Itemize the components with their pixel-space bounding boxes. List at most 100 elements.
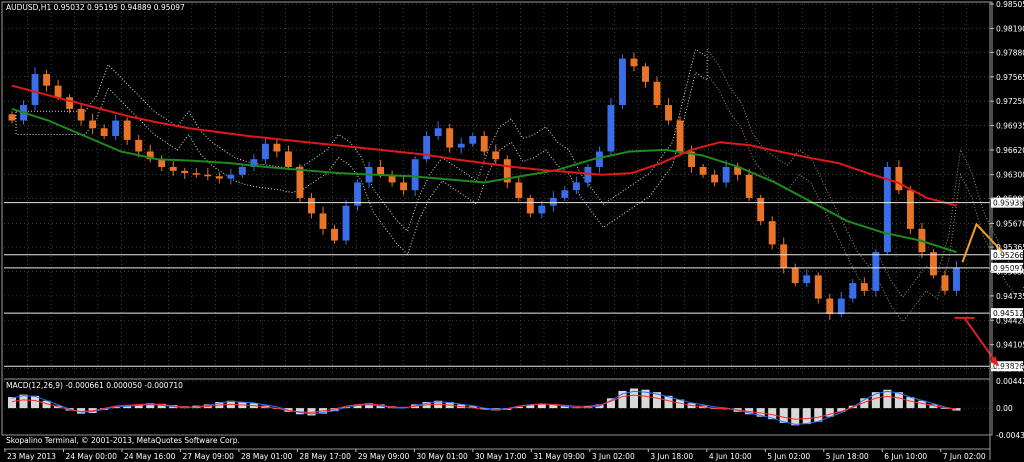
candle-body <box>642 66 649 82</box>
candle-body <box>31 74 39 106</box>
x-tick-label: 3 Jun 02:00 <box>592 452 635 461</box>
x-tick-label: 28 May 17:00 <box>299 452 351 461</box>
candle-body <box>308 197 315 214</box>
candle-body <box>469 136 477 144</box>
footer-copyright: Skopalino Terminal, © 2001-2013, MetaQuo… <box>6 436 240 445</box>
candle-body <box>953 267 960 291</box>
y-tick-label: 0.97565 <box>996 73 1024 82</box>
candle-body <box>227 174 235 179</box>
candle-body <box>457 143 465 148</box>
candle-body <box>192 173 200 175</box>
candle-body <box>653 81 661 106</box>
candle-body <box>619 58 626 106</box>
candle-body <box>814 275 822 299</box>
y-tick-label: 0.95990 <box>996 195 1024 204</box>
macd-tick-label: -0.00438 <box>996 431 1024 440</box>
candle-body <box>699 166 707 175</box>
candle-body <box>515 182 523 198</box>
x-tick-label: 29 May 09:00 <box>358 452 410 461</box>
candle-body <box>273 143 281 152</box>
candle-body <box>676 120 684 152</box>
x-tick-label: 3 Jun 18:00 <box>650 452 693 461</box>
candle-body <box>538 205 546 214</box>
chart-window: 0.95939 0.95266 0.95097 0.94512 0.93826 0.98… <box>0 0 1024 462</box>
candle-body <box>112 120 120 136</box>
candle-body <box>284 151 292 167</box>
price-axis: 0.98505 0.98190 0.97880 0.97565 0.97250 0.969… <box>989 0 1024 460</box>
macd-bar <box>906 397 915 409</box>
candle-body <box>238 166 246 175</box>
candle-body <box>377 166 385 175</box>
macd-bar <box>791 408 800 426</box>
y-tick-label: 0.95670 <box>996 219 1024 228</box>
candle-body <box>296 166 304 198</box>
candle-body <box>722 166 730 183</box>
x-tick-label: 23 May 2013 <box>7 452 56 461</box>
candle-body <box>561 190 569 198</box>
candle-body <box>803 275 811 284</box>
macd-bar <box>802 408 811 425</box>
x-tick-label: 30 May 01:00 <box>416 452 468 461</box>
candle-body <box>906 190 914 229</box>
candle-body <box>54 85 62 98</box>
candle-body <box>492 151 500 160</box>
candle-body <box>169 166 177 171</box>
candle-body <box>941 275 949 291</box>
y-tick-label: 0.96300 <box>996 171 1024 180</box>
candle-body <box>745 174 753 198</box>
candle-body <box>215 176 223 179</box>
macd-tick-label: 0.00442 <box>996 377 1024 386</box>
candle-body <box>400 182 408 191</box>
candle-body <box>43 74 51 86</box>
x-tick-label: 24 May 00:00 <box>65 452 117 461</box>
candle-body <box>77 108 85 121</box>
candle-body <box>8 114 16 121</box>
candle-body <box>826 298 834 315</box>
candle-body <box>204 174 212 177</box>
x-tick-label: 28 May 01:00 <box>241 452 293 461</box>
y-tick-label: 0.98505 <box>996 0 1024 9</box>
candle-body <box>123 120 131 140</box>
macd-bar <box>814 408 823 422</box>
y-tick-label: 0.94735 <box>996 292 1024 301</box>
macd-title: MACD(12,26,9) -0.000661 0.000050 -0.0007… <box>6 381 183 390</box>
candle-body <box>331 228 338 241</box>
x-tick-label: 5 Jun 02:00 <box>767 452 810 461</box>
candle-body <box>319 213 327 229</box>
y-tick-label: 0.95365 <box>996 243 1024 252</box>
x-tick-label: 7 Jun 02:00 <box>943 452 986 461</box>
chart-canvas[interactable]: 0.959390.952660.950970.945120.93826 0.98… <box>0 0 1024 462</box>
candle-body <box>434 128 442 136</box>
candle-body <box>780 244 788 268</box>
candle-body <box>89 120 97 129</box>
candle-body <box>630 58 638 67</box>
candle-body <box>929 252 937 276</box>
x-tick-label: 30 May 17:00 <box>475 452 527 461</box>
candle-body <box>757 197 765 222</box>
x-tick-label: 6 Jun 10:00 <box>884 452 927 461</box>
time-axis: 23 May 2013 24 May 00:00 24 May 16:00 27 Ma… <box>4 448 990 461</box>
candle-body <box>768 221 776 245</box>
x-tick-label: 5 Jun 18:00 <box>826 452 869 461</box>
y-tick-label: 0.94105 <box>996 341 1024 350</box>
x-tick-label: 4 Jun 10:00 <box>709 452 752 461</box>
y-tick-label: 0.97250 <box>996 97 1024 106</box>
x-tick-label: 24 May 16:00 <box>124 452 176 461</box>
candle-body <box>665 105 672 121</box>
y-tick-label: 0.95050 <box>996 267 1024 276</box>
candle-body <box>849 283 857 299</box>
candle-body <box>446 128 454 148</box>
candle-body <box>66 97 74 109</box>
candle-body <box>791 267 799 284</box>
candle-body <box>135 139 143 152</box>
y-tick-label: 0.93795 <box>996 365 1024 374</box>
macd-bar <box>883 389 892 409</box>
y-tick-label: 0.98190 <box>996 24 1024 33</box>
candle-body <box>342 205 350 241</box>
chart-title: AUDUSD,H1 0.95032 0.95195 0.94889 0.9509… <box>6 3 185 12</box>
y-tick-label: 0.97880 <box>996 48 1024 57</box>
candle-body <box>526 197 534 214</box>
candle-body <box>895 166 903 191</box>
y-tick-label: 0.96935 <box>996 122 1024 131</box>
macd-bar <box>7 397 17 409</box>
